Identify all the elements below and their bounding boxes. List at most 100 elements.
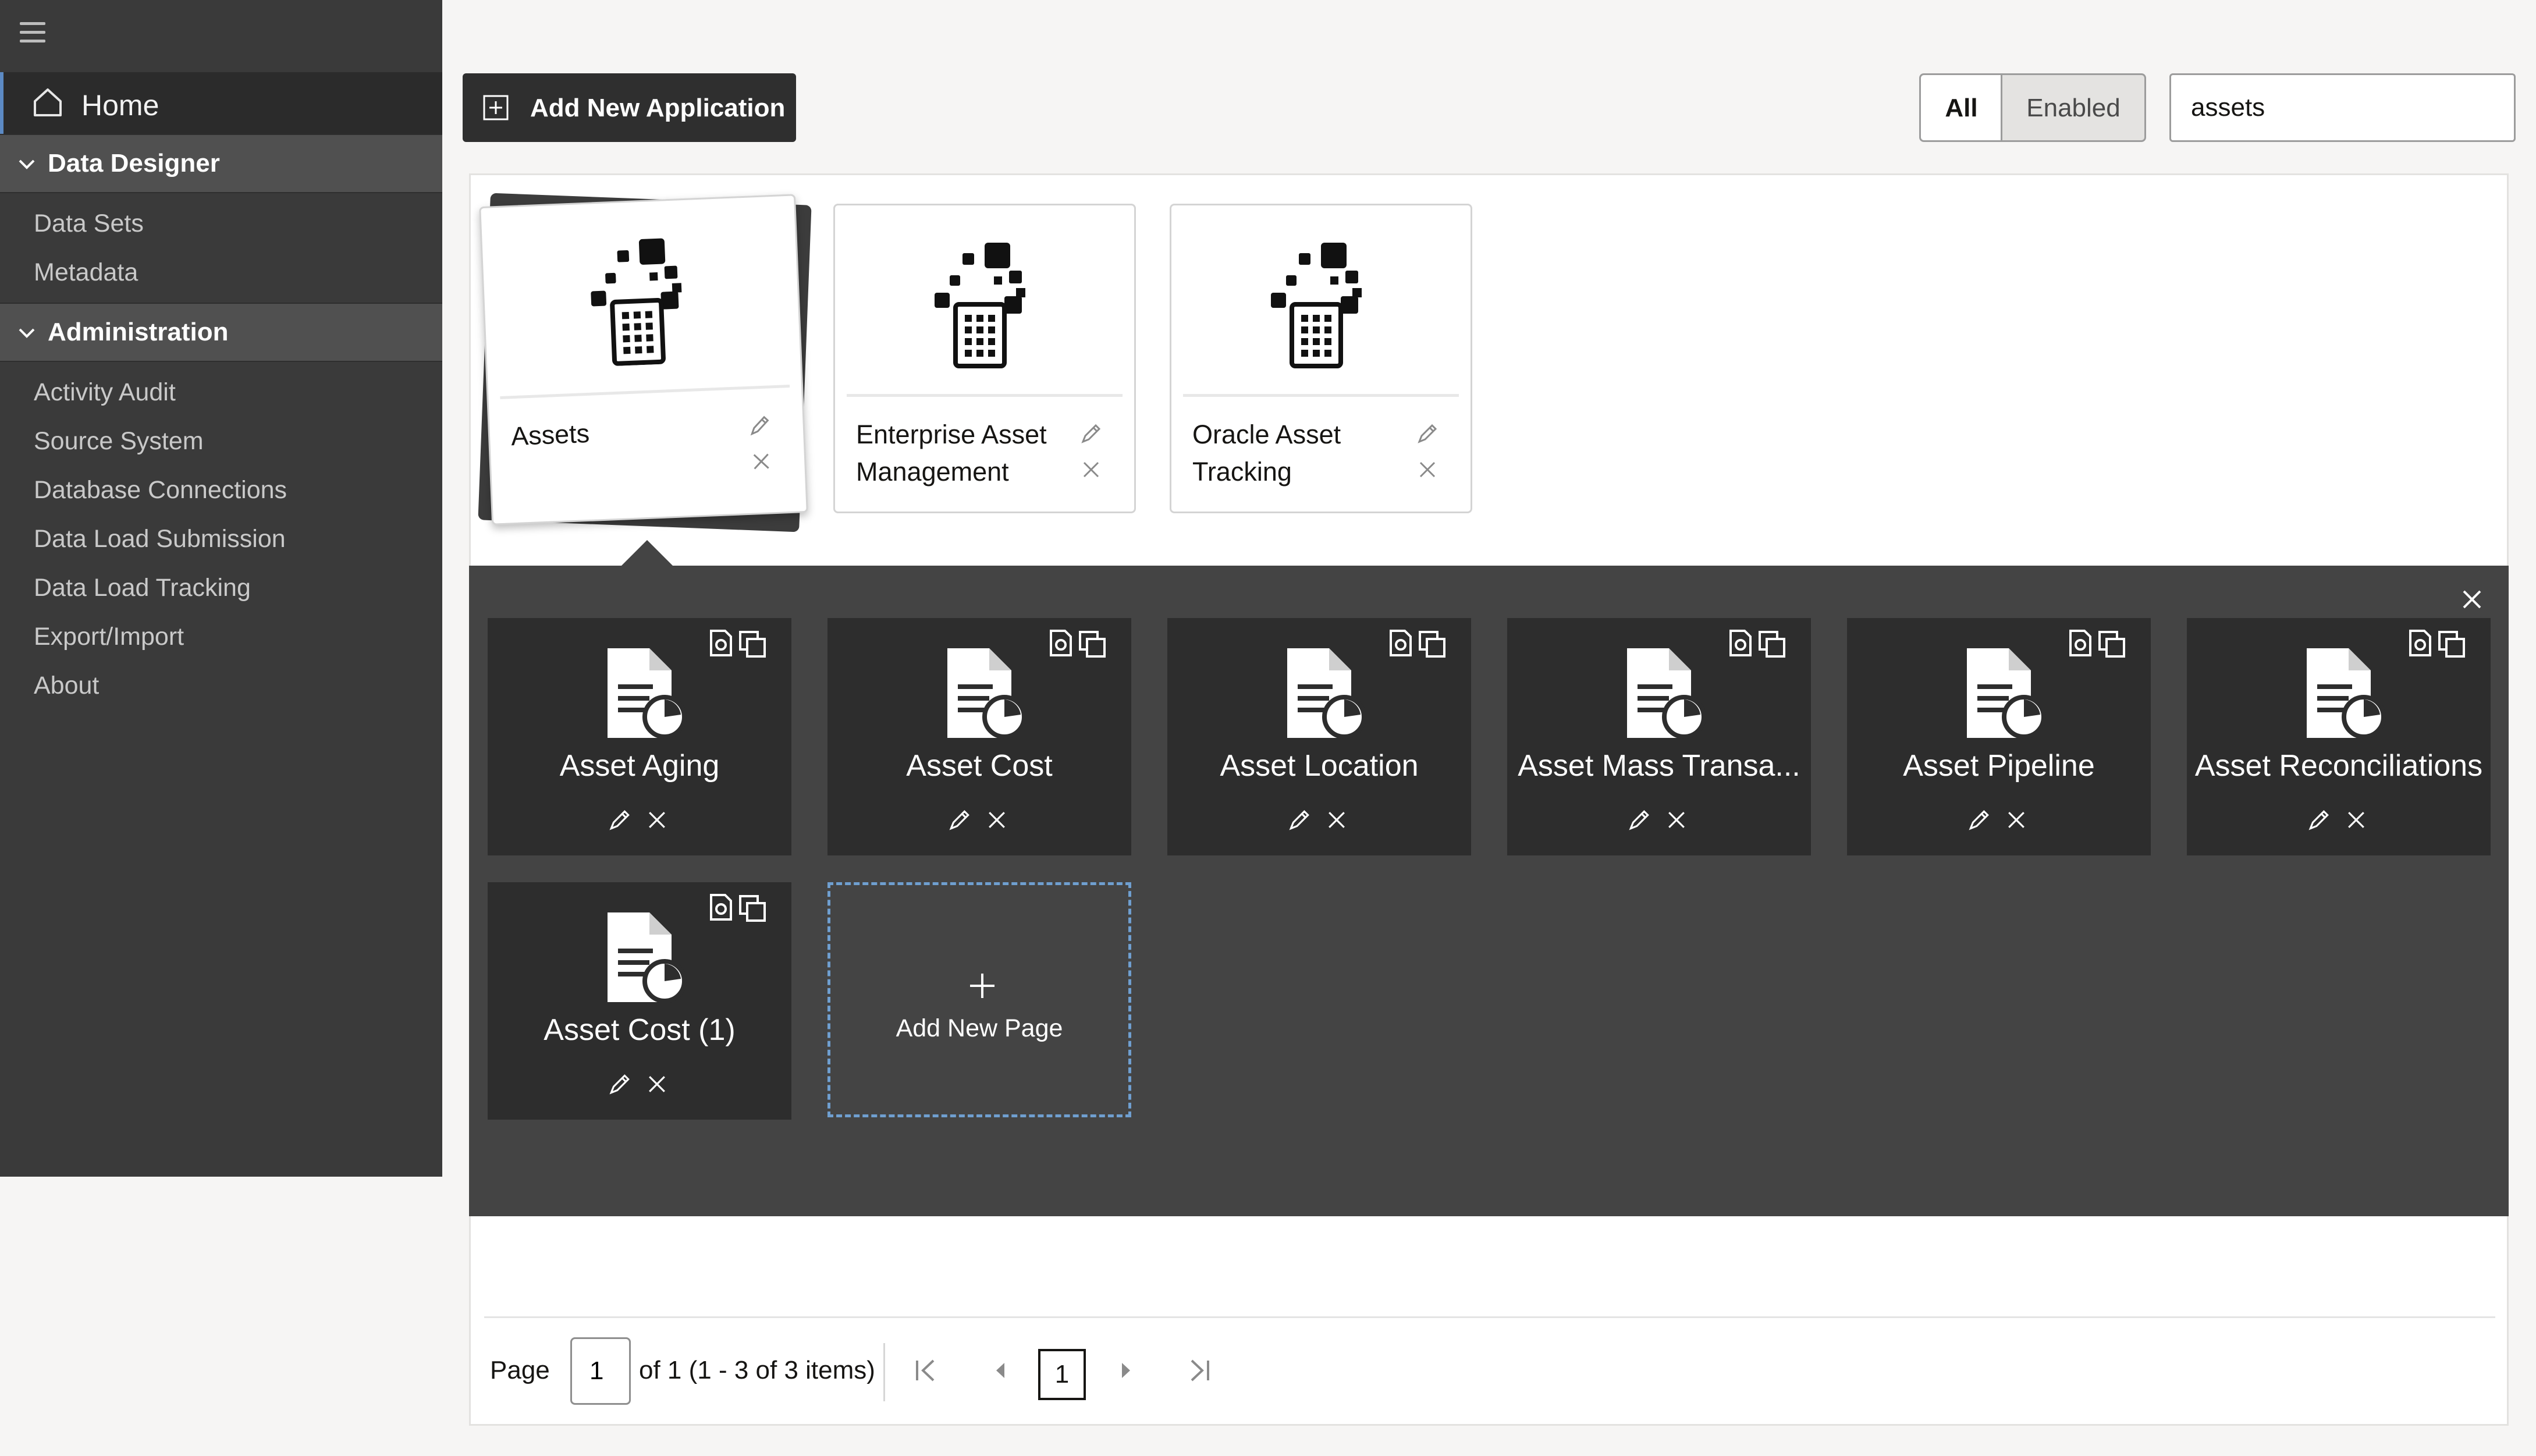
pagination-separator [883, 1343, 885, 1401]
page-settings-icon[interactable] [709, 894, 733, 921]
first-page-icon[interactable] [911, 1356, 940, 1385]
delete-x-icon[interactable] [1327, 810, 1347, 830]
next-page-icon[interactable] [1111, 1356, 1141, 1385]
duplicate-icon[interactable] [1759, 631, 1785, 658]
plus-box-icon [483, 95, 509, 120]
edit-pencil-icon[interactable] [748, 413, 772, 438]
section-administration-label: Administration [48, 318, 229, 346]
add-new-page-button[interactable]: Add New Page [827, 882, 1131, 1117]
edit-pencil-icon[interactable] [1967, 808, 1991, 832]
page-tile-asset-aging[interactable]: Asset Aging [488, 618, 791, 855]
app-card-title: Oracle Asset Tracking [1192, 420, 1341, 486]
page-settings-icon[interactable] [2068, 630, 2093, 656]
page-settings-icon[interactable] [1049, 630, 1073, 656]
delete-x-icon[interactable] [987, 810, 1007, 830]
page-document-icon [1967, 648, 2046, 739]
nav-home[interactable]: Home [0, 72, 442, 134]
section-data-designer[interactable]: Data Designer [0, 134, 442, 193]
page-document-icon [1287, 648, 1366, 739]
page-settings-icon[interactable] [709, 630, 733, 656]
app-card-oracle-asset-tracking[interactable]: Oracle Asset Tracking [1170, 204, 1472, 513]
nav-data-load-tracking[interactable]: Data Load Tracking [34, 574, 251, 602]
nav-source-system[interactable]: Source System [34, 427, 204, 456]
edit-pencil-icon[interactable] [947, 808, 972, 832]
edit-pencil-icon[interactable] [608, 1072, 632, 1096]
page-tile-asset-mass-transactions[interactable]: Asset Mass Transa... [1507, 618, 1811, 855]
nav-activity-audit[interactable]: Activity Audit [34, 378, 176, 407]
previous-page-icon[interactable] [986, 1356, 1015, 1385]
nav-data-load-submission[interactable]: Data Load Submission [34, 525, 286, 553]
edit-pencil-icon[interactable] [2307, 808, 2331, 832]
edit-pencil-icon[interactable] [1627, 808, 1651, 832]
app-building-icon [591, 238, 682, 366]
app-card-title: Enterprise Asset Management [856, 420, 1047, 486]
nav-export-import[interactable]: Export/Import [34, 623, 184, 651]
pagination-info: of 1 (1 - 3 of 3 items) [639, 1356, 875, 1384]
app-card-title: Assets [510, 418, 591, 452]
sidebar: Home Data Designer Data Sets Metadata Ad… [0, 0, 442, 1177]
page-tile-asset-reconciliations[interactable]: Asset Reconciliations [2187, 618, 2491, 855]
page-number-input[interactable] [570, 1337, 631, 1405]
page-tile-title: Asset Reconciliations [2194, 749, 2483, 783]
page-tile-title: Asset Location [1220, 749, 1419, 783]
page-tile-asset-cost-1[interactable]: Asset Cost (1) [488, 882, 791, 1120]
hamburger-menu-icon[interactable] [20, 22, 45, 48]
home-icon [34, 88, 62, 116]
page-settings-icon[interactable] [1728, 630, 1753, 656]
duplicate-icon[interactable] [1079, 631, 1106, 658]
add-new-application-label: Add New Application [530, 94, 786, 122]
card-divider [847, 394, 1123, 397]
search-input[interactable] [2169, 73, 2516, 142]
delete-x-icon[interactable] [1667, 810, 1686, 830]
page-document-icon [1627, 648, 1706, 739]
page-tile-title: Asset Cost (1) [544, 1013, 736, 1047]
edit-pencil-icon[interactable] [1079, 422, 1103, 445]
close-icon[interactable] [2459, 587, 2485, 612]
add-new-application-button[interactable]: Add New Application [463, 73, 796, 142]
selection-pointer [619, 540, 675, 568]
delete-x-icon[interactable] [647, 1074, 667, 1094]
filter-enabled-label: Enabled [2026, 94, 2121, 122]
page-document-icon [608, 912, 687, 1003]
nav-about[interactable]: About [34, 672, 99, 700]
delete-x-icon[interactable] [1082, 460, 1100, 479]
delete-x-icon[interactable] [1418, 460, 1437, 479]
current-page-indicator[interactable]: 1 [1038, 1349, 1086, 1400]
app-card-enterprise-asset-management[interactable]: Enterprise Asset Management [833, 204, 1136, 513]
page-document-icon [947, 648, 1027, 739]
nav-metadata[interactable]: Metadata [34, 258, 138, 287]
filter-all-button[interactable]: All [1919, 73, 2002, 142]
nav-data-sets[interactable]: Data Sets [34, 209, 144, 238]
edit-pencil-icon[interactable] [1416, 422, 1439, 445]
section-administration[interactable]: Administration [0, 303, 442, 362]
duplicate-icon[interactable] [2098, 631, 2125, 658]
pagination-divider [484, 1316, 2495, 1318]
duplicate-icon[interactable] [739, 895, 766, 922]
pagination-page-label: Page [490, 1356, 550, 1384]
page-tile-title: Asset Pipeline [1903, 749, 2095, 783]
duplicate-icon[interactable] [739, 631, 766, 658]
page-tile-asset-cost[interactable]: Asset Cost [827, 618, 1131, 855]
filter-all-label: All [1945, 94, 1978, 122]
page-settings-icon[interactable] [2408, 630, 2432, 656]
delete-x-icon[interactable] [647, 810, 667, 830]
page-tile-asset-location[interactable]: Asset Location [1167, 618, 1471, 855]
page-tile-asset-pipeline[interactable]: Asset Pipeline [1847, 618, 2151, 855]
nav-home-label: Home [81, 89, 159, 122]
card-divider [500, 384, 790, 399]
section-data-designer-label: Data Designer [48, 149, 220, 177]
edit-pencil-icon[interactable] [608, 808, 632, 832]
nav-database-connections[interactable]: Database Connections [34, 476, 287, 505]
app-card-assets[interactable]: Assets [479, 194, 808, 525]
duplicate-icon[interactable] [1419, 631, 1445, 658]
page-settings-icon[interactable] [1388, 630, 1413, 656]
filter-enabled-button[interactable]: Enabled [2001, 73, 2146, 142]
page-tile-title: Asset Aging [559, 749, 720, 783]
delete-x-icon[interactable] [752, 452, 771, 471]
duplicate-icon[interactable] [2438, 631, 2465, 658]
edit-pencil-icon[interactable] [1287, 808, 1312, 832]
page-tile-title: Asset Cost [906, 749, 1053, 783]
delete-x-icon[interactable] [2346, 810, 2366, 830]
delete-x-icon[interactable] [2006, 810, 2026, 830]
last-page-icon[interactable] [1185, 1356, 1214, 1385]
